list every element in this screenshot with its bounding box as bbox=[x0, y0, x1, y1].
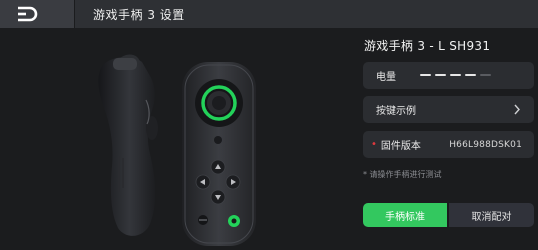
firmware-label: 固件版本 bbox=[380, 141, 421, 152]
dpad-top-icon bbox=[214, 136, 222, 144]
device-name: 游戏手柄 3 - L SH931 bbox=[364, 39, 491, 53]
firmware-version-value: H66L988DSK01 bbox=[449, 139, 522, 150]
window-title: 游戏手柄 3 设置 bbox=[93, 7, 185, 22]
brand-logo-icon bbox=[18, 6, 38, 22]
controller-side-view bbox=[98, 54, 158, 236]
battery-row: 电量 bbox=[363, 62, 534, 89]
battery-segment bbox=[450, 74, 461, 76]
battery-segment bbox=[465, 74, 476, 76]
trigger-top-icon bbox=[113, 58, 137, 70]
controller-illustration bbox=[0, 28, 340, 246]
battery-segment-empty bbox=[480, 74, 491, 76]
key-example-label: 按键示例 bbox=[376, 106, 416, 117]
battery-segment bbox=[435, 74, 446, 76]
unpair-button[interactable]: 取消配对 bbox=[449, 203, 534, 227]
chevron-right-icon bbox=[514, 104, 520, 115]
back-logo-button[interactable] bbox=[0, 0, 75, 28]
battery-segment bbox=[420, 74, 431, 76]
controller-front-view bbox=[182, 62, 256, 246]
firmware-update-dot-icon: • bbox=[371, 139, 377, 150]
firmware-row: • 固件版本 H66L988DSK01 bbox=[363, 131, 534, 158]
battery-label: 电量 bbox=[376, 72, 396, 83]
calibrate-button[interactable]: 手柄标准 bbox=[363, 203, 447, 227]
battery-level-indicator bbox=[420, 74, 491, 76]
title-bar: 游戏手柄 3 设置 bbox=[0, 0, 538, 28]
side-button-icon bbox=[146, 116, 158, 140]
test-hint: * 请操作手柄进行测试 bbox=[363, 170, 442, 179]
key-example-row[interactable]: 按键示例 bbox=[363, 96, 534, 123]
